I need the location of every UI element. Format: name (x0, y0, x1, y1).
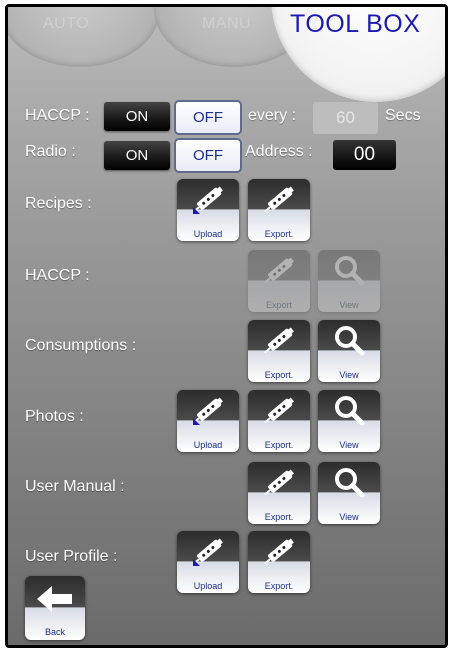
secs-label: Secs (385, 107, 421, 124)
magnifier-icon (335, 326, 365, 356)
recipes-export-button[interactable]: Export. (248, 179, 310, 241)
export-icon (264, 538, 294, 565)
view-caption: View (339, 512, 359, 522)
export-caption: Export. (264, 370, 294, 380)
export-icon (264, 469, 294, 496)
user-profile-export-button[interactable]: Export. (248, 531, 310, 593)
user-profile-label: User Profile : (25, 548, 118, 565)
export-icon (264, 327, 294, 354)
address-field[interactable]: 00 (333, 140, 396, 170)
user-manual-label: User Manual : (25, 478, 125, 495)
back-caption: Back (44, 627, 65, 637)
export-icon (264, 397, 294, 424)
user-profile-upload-button[interactable]: Upload (177, 531, 239, 593)
view-caption: View (339, 370, 359, 380)
export-icon (264, 186, 294, 213)
export-caption: Export. (264, 581, 294, 591)
consumptions-export-button[interactable]: Export. (248, 320, 310, 382)
view-caption: View (339, 440, 359, 450)
every-field[interactable]: 60 (313, 102, 378, 134)
user-manual-view-button[interactable]: View (318, 462, 380, 524)
photos-label: Photos : (25, 408, 84, 425)
haccp-view-button: View (318, 250, 380, 312)
back-arrow-icon (37, 586, 72, 612)
consumptions-label: Consumptions : (25, 337, 137, 354)
toolbox-screen: AUTO MANU TOOL BOX HACCP : ON OFF every … (5, 4, 448, 648)
haccp-row-label: HACCP : (25, 267, 90, 284)
haccp-export-button: Export (248, 250, 310, 312)
export-caption: Export. (264, 440, 294, 450)
magnifier-icon (335, 256, 365, 286)
radio-on-button[interactable]: ON (104, 141, 170, 170)
upload-caption: Upload (193, 581, 223, 591)
magnifier-icon (335, 396, 365, 426)
haccp-on-button[interactable]: ON (104, 102, 170, 131)
tab-auto-label: AUTO (43, 15, 90, 32)
radio-off-button[interactable]: OFF (174, 138, 242, 173)
every-label: every : (248, 107, 297, 124)
view-caption: View (339, 300, 359, 310)
upload-icon (193, 397, 223, 425)
export-caption: Export (265, 300, 292, 310)
photos-view-button[interactable]: View (318, 390, 380, 452)
upload-icon (193, 186, 223, 214)
consumptions-view-button[interactable]: View (318, 320, 380, 382)
recipes-upload-button[interactable]: Upload (177, 179, 239, 241)
tab-auto[interactable]: AUTO (8, 7, 160, 67)
radio-label: Radio : (25, 143, 76, 160)
tab-manu-label: MANU (202, 15, 252, 32)
photos-export-button[interactable]: Export. (248, 390, 310, 452)
magnifier-icon (335, 468, 365, 498)
recipes-label: Recipes : (25, 195, 92, 212)
upload-caption: Upload (193, 229, 223, 239)
upload-caption: Upload (193, 440, 223, 450)
user-manual-export-button[interactable]: Export. (248, 462, 310, 524)
haccp-off-button[interactable]: OFF (174, 100, 242, 135)
haccp-setting-label: HACCP : (25, 107, 90, 124)
page-title: TOOL BOX (290, 10, 421, 38)
photos-upload-button[interactable]: Upload (177, 390, 239, 452)
back-button[interactable]: Back (25, 576, 85, 640)
export-caption: Export. (264, 229, 294, 239)
upload-icon (193, 538, 223, 566)
address-label: Address : (245, 143, 313, 160)
export-caption: Export. (264, 512, 294, 522)
export-icon (264, 257, 294, 284)
